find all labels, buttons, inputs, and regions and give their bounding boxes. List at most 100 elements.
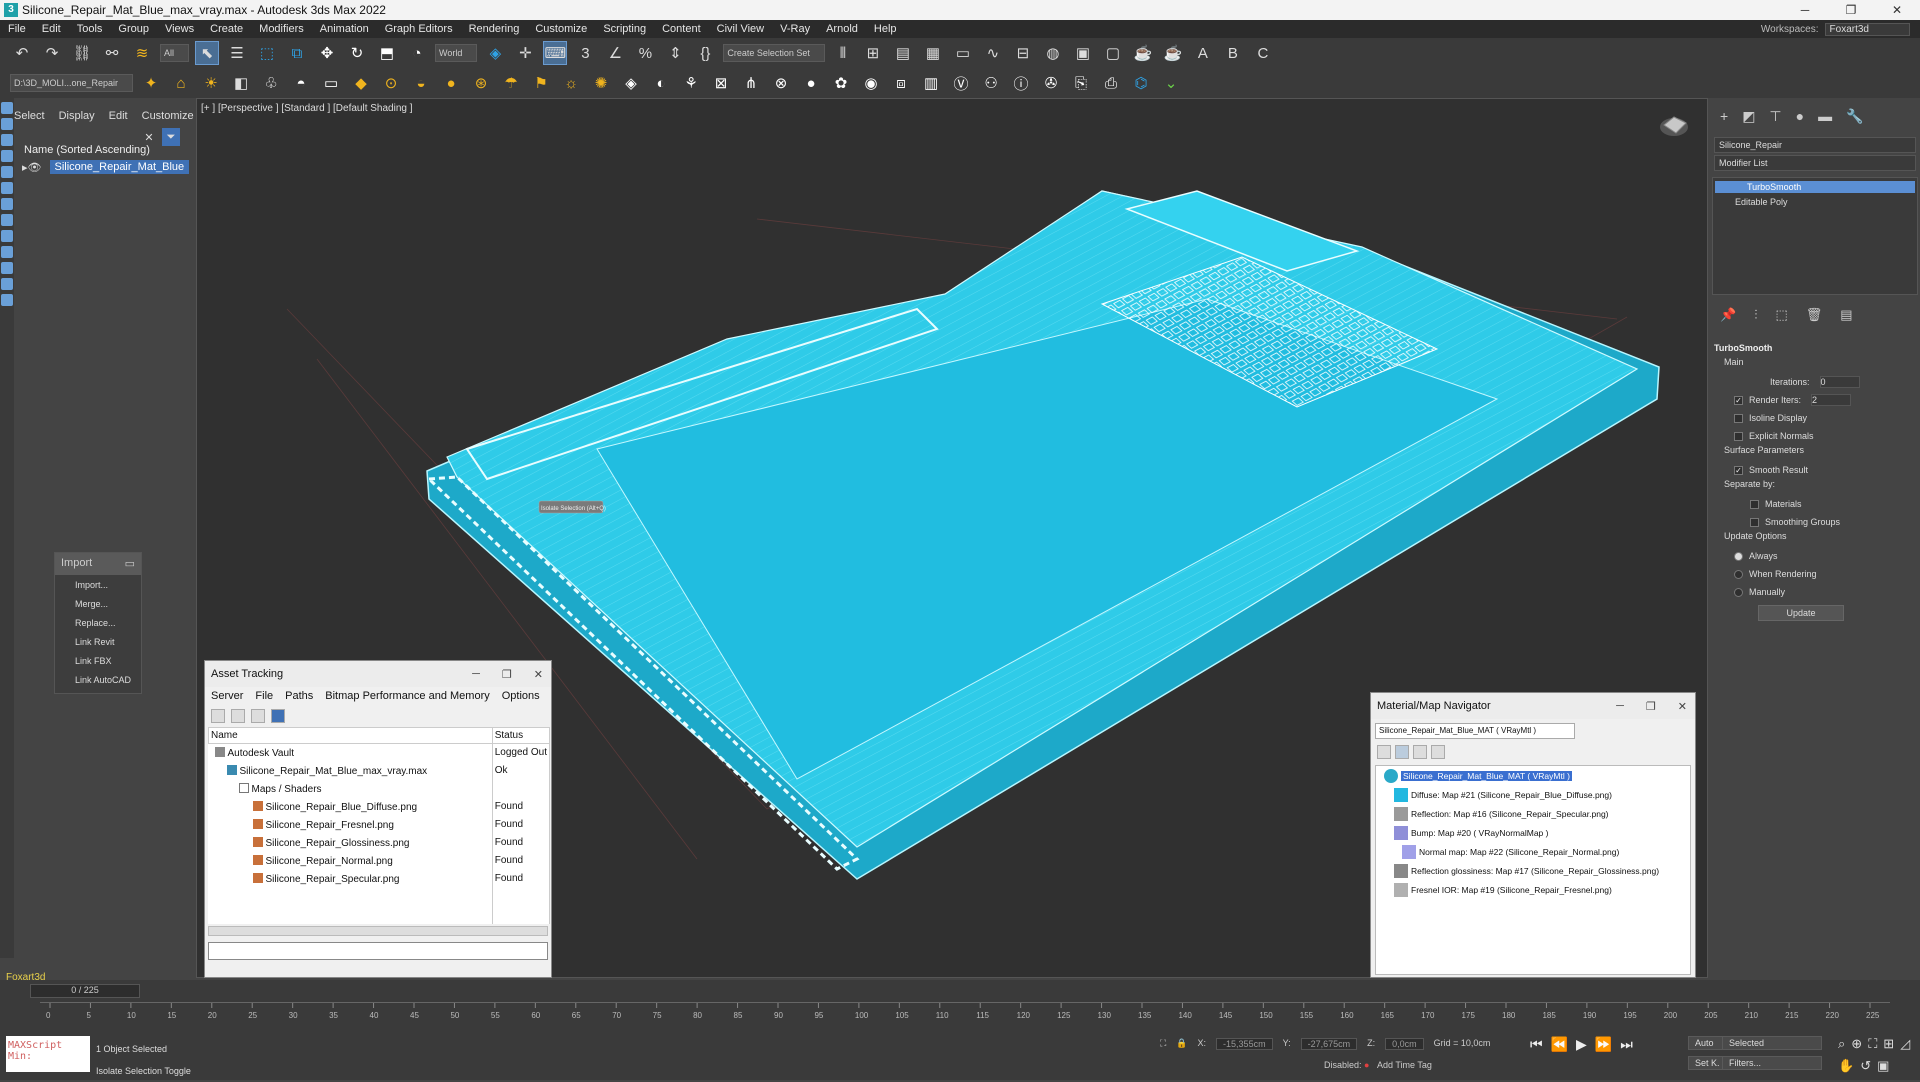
asset-tool-icon[interactable] xyxy=(231,709,245,723)
asset-path-field[interactable] xyxy=(208,941,548,960)
table-row[interactable]: Maps / Shaders xyxy=(208,779,551,798)
modifier-turbosmooth[interactable]: TurboSmooth xyxy=(1715,181,1915,193)
close-button[interactable]: ✕ xyxy=(1874,0,1920,20)
pivot-center-icon[interactable]: ◈ xyxy=(483,41,507,65)
vray-convert-icon[interactable]: ⧈ xyxy=(889,71,913,95)
link-revit-menu-item[interactable]: Link Revit xyxy=(55,632,141,651)
record-icon[interactable]: ● xyxy=(1364,1060,1369,1070)
rotate-icon[interactable]: ↻ xyxy=(345,41,369,65)
prev-frame-icon[interactable]: ⏪ xyxy=(1551,1036,1568,1053)
vray-lister-icon[interactable]: ◉ xyxy=(859,71,883,95)
redo-icon[interactable]: ↷ xyxy=(40,41,64,65)
map-node[interactable]: Reflection: Map #16 (Silicone_Repair_Spe… xyxy=(1376,804,1690,823)
vray-sky-icon[interactable]: ⊛ xyxy=(469,71,493,95)
mirror-icon[interactable]: ⫴ xyxy=(831,41,855,65)
auto-key-button[interactable]: Auto xyxy=(1688,1036,1727,1050)
column-name[interactable]: Name xyxy=(208,727,493,744)
display-groups-icon[interactable] xyxy=(1,214,13,226)
viewcube-icon[interactable] xyxy=(1660,116,1688,136)
display-shapes-icon[interactable] xyxy=(1,134,13,146)
asset-maximize-icon[interactable]: ❐ xyxy=(502,668,512,681)
menu-modifiers[interactable]: Modifiers xyxy=(251,23,312,35)
display-hidden-icon[interactable] xyxy=(1,294,13,306)
asset-menu-options[interactable]: Options xyxy=(502,690,540,702)
link-icon[interactable]: ⛓ xyxy=(70,41,94,65)
menu-group[interactable]: Group xyxy=(110,23,157,35)
vray-light-icon[interactable]: ◆ xyxy=(349,71,373,95)
select-object-icon[interactable]: ⬉ xyxy=(195,41,220,65)
display-frozen-icon[interactable] xyxy=(1,278,13,290)
viewport-label[interactable]: [+ ] [Perspective ] [Standard ] [Default… xyxy=(201,103,413,114)
material-editor-icon[interactable]: ◍ xyxy=(1041,41,1065,65)
menu-civil-view[interactable]: Civil View xyxy=(709,23,772,35)
map-node[interactable]: Diffuse: Map #21 (Silicone_Repair_Blue_D… xyxy=(1376,785,1690,804)
matnav-maximize-icon[interactable]: ❐ xyxy=(1646,700,1656,713)
display-tab-icon[interactable]: ▬ xyxy=(1818,108,1832,125)
spinner-snap-icon[interactable]: ⇕ xyxy=(663,41,687,65)
vray-fur-icon[interactable]: ♧ xyxy=(259,71,283,95)
maximize-button[interactable]: ❐ xyxy=(1828,0,1874,20)
table-row[interactable]: Silicone_Repair_Blue_Diffuse.png Found xyxy=(208,797,551,816)
materials-checkbox[interactable] xyxy=(1750,499,1759,509)
always-radio[interactable] xyxy=(1734,551,1743,561)
merge-menu-item[interactable]: Merge... xyxy=(55,594,141,613)
menu-tools[interactable]: Tools xyxy=(69,23,111,35)
percent-snap-icon[interactable]: % xyxy=(633,41,657,65)
asset-tool-icon[interactable] xyxy=(211,709,225,723)
table-row[interactable]: Autodesk Vault Logged Out xyxy=(208,743,551,762)
render-iters-checkbox[interactable]: ✓ xyxy=(1734,395,1743,405)
time-slider[interactable]: 0 / 225 xyxy=(30,984,140,998)
vray-ambient-icon[interactable]: ☂ xyxy=(499,71,523,95)
move-icon[interactable]: ✥ xyxy=(315,41,339,65)
display-all-icon[interactable] xyxy=(1,102,13,114)
filter-funnel-icon[interactable]: ⏷ xyxy=(162,128,180,146)
reference-coordinate-dropdown[interactable]: World xyxy=(435,44,478,62)
vray-ies-icon[interactable]: ⊙ xyxy=(379,71,403,95)
display-cameras-icon[interactable] xyxy=(1,166,13,178)
menu-rendering[interactable]: Rendering xyxy=(461,23,528,35)
menu-scripting[interactable]: Scripting xyxy=(595,23,654,35)
vray-material-ball-icon[interactable]: ● xyxy=(799,71,823,95)
vray-decal-icon[interactable]: ⊠ xyxy=(709,71,733,95)
vray-bitmap-icon[interactable]: ⎙ xyxy=(1099,71,1123,95)
asset-horizontal-scrollbar[interactable] xyxy=(208,925,548,936)
update-button[interactable]: Update xyxy=(1758,605,1844,621)
snaps-toggle-icon[interactable]: 3 xyxy=(573,41,597,65)
menu-vray[interactable]: V-Ray xyxy=(772,23,818,35)
workspace-dropdown[interactable]: Foxart3d xyxy=(1824,22,1910,36)
select-manipulate-icon[interactable]: ✛ xyxy=(513,41,537,65)
display-lights-icon[interactable] xyxy=(1,150,13,162)
hierarchy-tab-icon[interactable]: ⊤ xyxy=(1769,108,1781,125)
menu-arnold[interactable]: Arnold xyxy=(818,23,866,35)
tab-customize[interactable]: Customize xyxy=(142,110,194,122)
asset-tool-icon[interactable] xyxy=(271,709,285,723)
y-coord-field[interactable]: -27,675cm xyxy=(1300,1038,1358,1050)
scene-object-name[interactable]: Silicone_Repair_Mat_Blue xyxy=(49,160,190,174)
import-menu-item[interactable]: Import... xyxy=(55,575,141,594)
maxscript-listener[interactable]: MAXScript Min: xyxy=(6,1036,90,1072)
rendered-frame-icon[interactable]: ▢ xyxy=(1101,41,1125,65)
replace-menu-item[interactable]: Replace... xyxy=(55,613,141,632)
vray-vision-icon[interactable]: ⌬ xyxy=(1129,71,1153,95)
view-list-icon[interactable] xyxy=(1377,745,1391,759)
tab-display[interactable]: Display xyxy=(59,110,95,122)
zoom-icon[interactable]: ⌕ xyxy=(1838,1036,1845,1052)
curve-editor-icon[interactable]: ∿ xyxy=(981,41,1005,65)
tab-edit[interactable]: Edit xyxy=(109,110,128,122)
column-status[interactable]: Status xyxy=(491,727,551,744)
material-root-node[interactable]: Silicone_Repair_Mat_Blue_MAT ( VRayMtl ) xyxy=(1376,766,1690,785)
map-node[interactable]: Bump: Map #20 ( VRayNormalMap ) xyxy=(1376,823,1690,842)
schematic-view-icon[interactable]: ⊟ xyxy=(1011,41,1035,65)
expand-toolbar-icon[interactable]: ⌄ xyxy=(1159,71,1183,95)
pin-stack-icon[interactable]: 📌 xyxy=(1720,307,1736,323)
modify-tab-icon[interactable]: ◩ xyxy=(1742,108,1755,125)
toggle-ribbon-icon[interactable]: ▭ xyxy=(951,41,975,65)
configure-sets-icon[interactable]: ▤ xyxy=(1840,307,1852,323)
vray-proxy-icon[interactable]: ◧ xyxy=(229,71,253,95)
display-spacewarps-icon[interactable] xyxy=(1,198,13,210)
add-time-tag[interactable]: Add Time Tag xyxy=(1377,1060,1432,1070)
link-fbx-menu-item[interactable]: Link FBX xyxy=(55,651,141,670)
vray-sun-icon[interactable]: ● xyxy=(439,71,463,95)
vray-settings-icon[interactable]: ✇ xyxy=(1039,71,1063,95)
vray-logo-icon[interactable]: Ⓥ xyxy=(949,71,973,95)
